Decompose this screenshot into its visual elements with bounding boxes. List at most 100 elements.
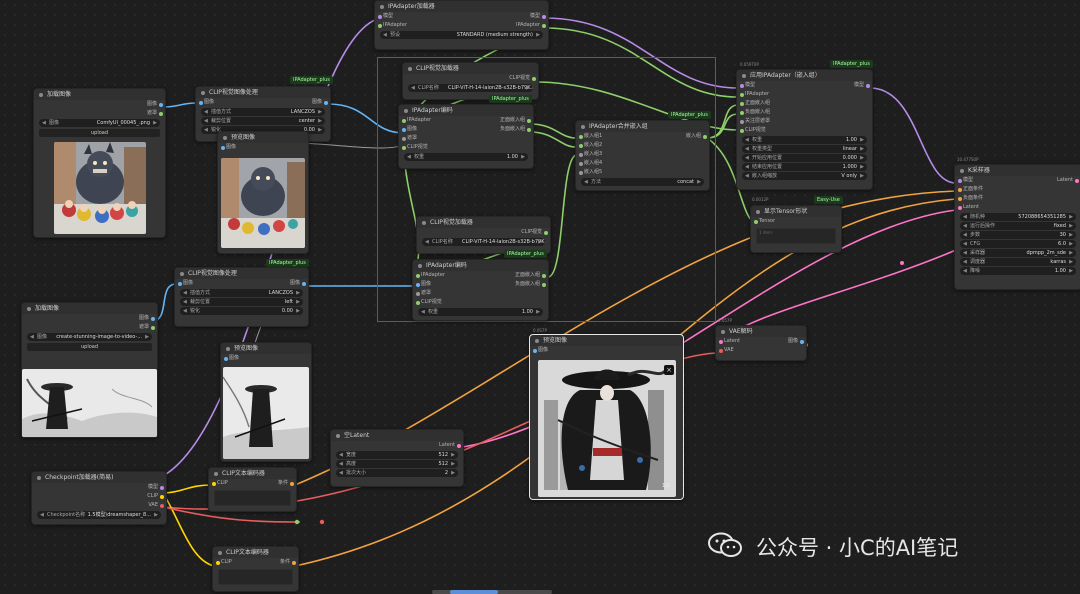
input-slot-dot[interactable] bbox=[402, 136, 406, 141]
node-clip-text-encode-negative[interactable]: CLIP文本编码器 CLIP 条件 bbox=[212, 546, 299, 592]
method-combo[interactable]: ◀ 方法 concat ▶ bbox=[581, 178, 704, 186]
interpolation-combo[interactable]: ◀ 插值方式 LANCZOS ▶ bbox=[180, 289, 303, 297]
output-slot-dot[interactable] bbox=[292, 560, 296, 565]
output-slot-dot[interactable] bbox=[542, 14, 546, 19]
node-ipadapter-encoder-1[interactable]: IPAdapter编码 IPAdapter 正面嵌入组 图像 负面嵌入组 遮罩 CL… bbox=[398, 104, 534, 169]
node-title[interactable]: 预览图像 bbox=[218, 132, 308, 143]
input-slot-dot[interactable] bbox=[402, 127, 406, 132]
output-slot-dot[interactable] bbox=[302, 281, 306, 286]
control-after-generate-combo[interactable]: ◀ 运行后操作 fixed ▶ bbox=[960, 222, 1076, 230]
input-slot-dot[interactable] bbox=[958, 196, 962, 201]
arrow-left-icon[interactable]: ◀ bbox=[963, 231, 967, 239]
image-file-combo[interactable]: ◀ 图像 ComfyUI_00045_.png ▶ bbox=[39, 119, 160, 127]
input-slot-dot[interactable] bbox=[178, 281, 182, 286]
arrow-right-icon[interactable]: ▶ bbox=[697, 178, 701, 186]
input-slot-dot[interactable] bbox=[579, 152, 583, 157]
node-preview-image-2[interactable]: 预览图像 图像 bbox=[220, 342, 312, 462]
node-title[interactable]: CLIP视觉图像处理 bbox=[175, 268, 308, 279]
image-file-combo[interactable]: ◀ 图像 create-stunning-image-to-video-... ▶ bbox=[27, 333, 152, 341]
output-slot-dot[interactable] bbox=[151, 325, 155, 330]
arrow-right-icon[interactable]: ▶ bbox=[154, 511, 158, 519]
arrow-left-icon[interactable]: ◀ bbox=[745, 154, 749, 162]
output-slot-dot[interactable] bbox=[866, 83, 870, 88]
input-slot-dot[interactable] bbox=[402, 118, 406, 123]
input-slot-dot[interactable] bbox=[958, 205, 962, 210]
input-slot-dot[interactable] bbox=[216, 560, 220, 565]
prompt-textarea[interactable] bbox=[214, 490, 291, 506]
arrow-right-icon[interactable]: ▶ bbox=[1069, 222, 1073, 230]
output-slot-dot[interactable] bbox=[544, 230, 548, 235]
node-title[interactable]: 预览图像 bbox=[530, 335, 683, 346]
arrow-left-icon[interactable]: ◀ bbox=[30, 333, 34, 341]
node-ipadapter-encoder-2[interactable]: IPAdapter编码 IPAdapter 正面嵌入组 图像 负面嵌入组 遮罩 CL… bbox=[412, 259, 549, 321]
input-slot-dot[interactable] bbox=[402, 145, 406, 150]
start-at-number[interactable]: ◀ 开始应用位置 0.000 ▶ bbox=[742, 154, 867, 162]
input-slot-dot[interactable] bbox=[719, 348, 723, 353]
arrow-right-icon[interactable]: ▶ bbox=[536, 308, 540, 316]
node-preview-image-1[interactable]: 预览图像 图像 bbox=[217, 131, 309, 254]
tensor-shape-output[interactable]: 1 item bbox=[756, 228, 836, 244]
output-slot-dot[interactable] bbox=[160, 494, 164, 499]
node-title[interactable]: K采样器 bbox=[955, 165, 1080, 176]
arrow-left-icon[interactable]: ◀ bbox=[383, 31, 387, 39]
arrow-left-icon[interactable]: ◀ bbox=[40, 511, 44, 519]
arrow-left-icon[interactable]: ◀ bbox=[963, 240, 967, 248]
arrow-left-icon[interactable]: ◀ bbox=[411, 84, 415, 92]
arrow-left-icon[interactable]: ◀ bbox=[183, 289, 187, 297]
node-ksampler[interactable]: K采样器 模型 Latent 正面条件 负面条件 Latent ◀ 随机种 57208… bbox=[954, 164, 1080, 290]
arrow-left-icon[interactable]: ◀ bbox=[183, 307, 187, 315]
input-slot-dot[interactable] bbox=[740, 119, 744, 124]
input-slot-dot[interactable] bbox=[719, 339, 723, 344]
arrow-left-icon[interactable]: ◀ bbox=[204, 108, 208, 116]
input-slot-dot[interactable] bbox=[958, 187, 962, 192]
arrow-right-icon[interactable]: ▶ bbox=[318, 126, 322, 134]
preset-combo[interactable]: ◀ 预设 STANDARD (medium strength) ▶ bbox=[380, 31, 543, 39]
crop-position-combo[interactable]: ◀ 裁剪位置 left ▶ bbox=[180, 298, 303, 306]
arrow-right-icon[interactable]: ▶ bbox=[1069, 249, 1073, 257]
arrow-left-icon[interactable]: ◀ bbox=[42, 119, 46, 127]
height-number[interactable]: ◀ 高度 512 ▶ bbox=[336, 460, 458, 468]
arrow-left-icon[interactable]: ◀ bbox=[584, 178, 588, 186]
node-clip-vision-loader-2[interactable]: CLIP视觉加载器 CLIP视觉 ◀ CLIP名称 CLIP-ViT-H-14-la… bbox=[416, 216, 551, 254]
close-icon[interactable]: × bbox=[664, 365, 674, 375]
scrollbar-thumb[interactable] bbox=[450, 590, 498, 594]
output-slot-dot[interactable] bbox=[542, 273, 546, 278]
arrow-left-icon[interactable]: ◀ bbox=[745, 163, 749, 171]
input-slot-dot[interactable] bbox=[958, 178, 962, 183]
node-title[interactable]: IPAdapter加载器 bbox=[375, 1, 548, 12]
arrow-right-icon[interactable]: ▶ bbox=[296, 307, 300, 315]
node-title[interactable]: IPAdapter编码 bbox=[413, 260, 548, 271]
arrow-left-icon[interactable]: ◀ bbox=[963, 249, 967, 257]
arrow-right-icon[interactable]: ▶ bbox=[145, 333, 149, 341]
output-slot-dot[interactable] bbox=[151, 316, 155, 321]
input-slot-dot[interactable] bbox=[579, 143, 583, 148]
node-clip-vision-prep-2[interactable]: CLIP视觉图像处理 图像 图像 ◀ 插值方式 LANCZOS ▶ ◀ 裁剪位置 left ▶… bbox=[174, 267, 309, 327]
output-slot-dot[interactable] bbox=[532, 76, 536, 81]
output-slot-dot[interactable] bbox=[457, 443, 461, 448]
arrow-left-icon[interactable]: ◀ bbox=[339, 469, 343, 477]
node-title[interactable]: IPAdapter合并嵌入组 bbox=[576, 121, 709, 132]
output-slot-dot[interactable] bbox=[159, 111, 163, 116]
arrow-right-icon[interactable]: ▶ bbox=[521, 153, 525, 161]
input-slot-dot[interactable] bbox=[221, 145, 225, 150]
width-number[interactable]: ◀ 宽度 512 ▶ bbox=[336, 451, 458, 459]
arrow-right-icon[interactable]: ▶ bbox=[860, 172, 864, 180]
arrow-right-icon[interactable]: ▶ bbox=[860, 163, 864, 171]
arrow-left-icon[interactable]: ◀ bbox=[745, 136, 749, 144]
upload-button[interactable]: upload bbox=[39, 129, 160, 137]
sampler-combo[interactable]: ◀ 采样器 dpmpp_2m_sde ▶ bbox=[960, 249, 1076, 257]
denoise-number[interactable]: ◀ 降噪 1.00 ▶ bbox=[960, 267, 1076, 275]
input-slot-dot[interactable] bbox=[212, 481, 216, 486]
arrow-left-icon[interactable]: ◀ bbox=[745, 172, 749, 180]
cfg-number[interactable]: ◀ CFG 6.0 ▶ bbox=[960, 240, 1076, 248]
batch-size-number[interactable]: ◀ 批次大小 2 ▶ bbox=[336, 469, 458, 477]
generated-samurai-image[interactable] bbox=[538, 360, 676, 497]
input-slot-dot[interactable] bbox=[416, 273, 420, 278]
node-show-tensor-shape[interactable]: 显示Tensor形状 Tensor 1 item bbox=[750, 205, 842, 253]
arrow-right-icon[interactable]: ▶ bbox=[1069, 258, 1073, 266]
node-checkpoint-loader[interactable]: Checkpoint加载器(简易) 模型 CLIP VAE ◀ Checkpoin… bbox=[31, 471, 167, 525]
node-combine-embeds[interactable]: IPAdapter合并嵌入组 嵌入组1 嵌入组 嵌入组2 嵌入组3 嵌入组4 嵌入… bbox=[575, 120, 710, 191]
arrow-right-icon[interactable]: ▶ bbox=[526, 84, 530, 92]
node-title[interactable]: CLIP视觉加载器 bbox=[403, 63, 538, 74]
scheduler-combo[interactable]: ◀ 调度器 karras ▶ bbox=[960, 258, 1076, 266]
